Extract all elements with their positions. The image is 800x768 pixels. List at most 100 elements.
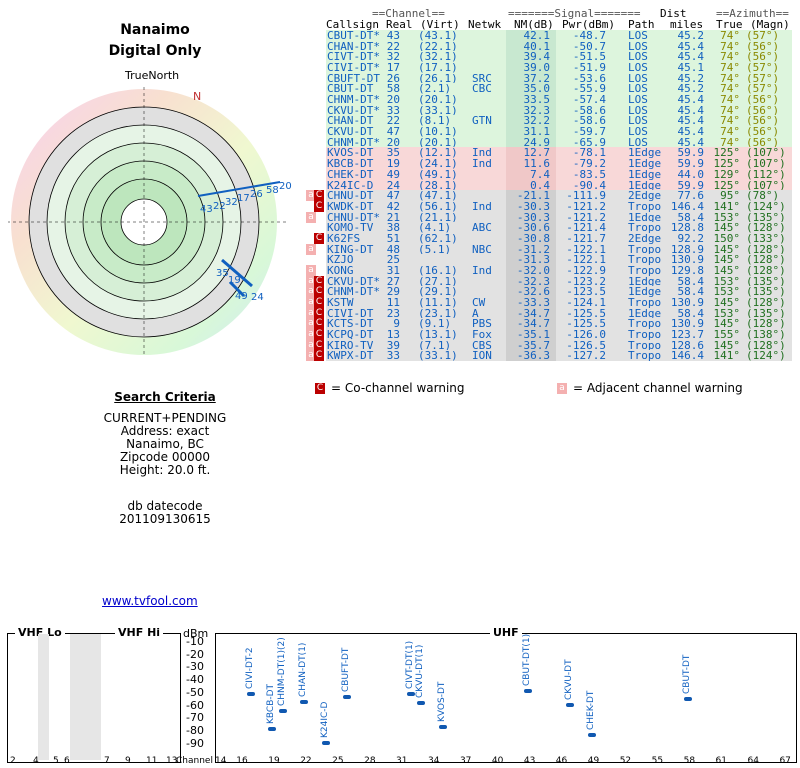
uhf-channel-tick: 64	[747, 756, 759, 766]
cochannel-warning-icon: C	[314, 339, 324, 351]
cochannel-legend: = Co-channel warning	[331, 381, 465, 395]
adjacent-warning-icon: a	[306, 264, 316, 276]
polar-plot: N 43 22 32 17 26 58 20 35 19 49 24	[8, 87, 292, 357]
dbm-tick: -40	[186, 673, 204, 687]
station-signal-marker[interactable]	[246, 692, 255, 697]
uhf-channel-tick: 14	[215, 756, 227, 766]
uhf-channel-tick: 55	[651, 756, 664, 766]
bearing-label: 24	[251, 292, 264, 303]
adjacent-legend: = Adjacent channel warning	[573, 381, 743, 395]
vhf-channel-tick: 5	[53, 756, 59, 766]
dbm-tick: -80	[186, 723, 204, 737]
station-signal-label: CKVU-DT	[564, 658, 575, 700]
cochannel-warning-icon: C	[314, 275, 324, 287]
uhf-channel-tick: 28	[364, 756, 376, 766]
bearing-label: 17	[237, 193, 250, 204]
vhf-gap-band	[70, 634, 101, 760]
station-signal-marker[interactable]	[683, 697, 692, 702]
cochannel-warning-icon: C	[314, 350, 324, 362]
cochannel-legend-box: C	[315, 383, 325, 394]
uhf-title: UHF	[490, 626, 522, 639]
virt-cell: (33.1)	[418, 349, 458, 363]
cochannel-warning-icon: C	[314, 232, 324, 244]
station-signal-label: CHAN-DT(1)	[298, 642, 309, 697]
dbm-tick: -30	[186, 660, 204, 674]
station-signal-marker[interactable]	[417, 701, 426, 706]
network-cell: ION	[472, 349, 492, 363]
station-signal-label: CHEK-DT	[585, 690, 596, 730]
uhf-channel-tick: 61	[715, 756, 727, 766]
uhf-channel-tick: 49	[587, 756, 600, 766]
criteria-height: Height: 20.0 ft.	[119, 463, 211, 477]
uhf-channel-tick: 19	[268, 756, 280, 766]
datecode-value: 201109130615	[119, 512, 211, 526]
uhf-channel-tick: 46	[555, 756, 568, 766]
vhf-channel-tick: 6	[64, 756, 70, 766]
uhf-channel-tick: 58	[683, 756, 696, 766]
vhf-hi-title: VHF Hi	[115, 626, 164, 639]
uhf-channel-tick: 25	[332, 756, 344, 766]
uhf-channel-tick: 52	[619, 756, 632, 766]
nm-cell: -36.3	[516, 349, 550, 363]
vhf-channel-tick: 9	[125, 756, 131, 766]
bearing-label: 43	[200, 204, 213, 215]
mode-title: Digital Only	[108, 43, 202, 59]
vhf-channel-tick: 7	[104, 756, 110, 766]
vhf-channel-tick: 11	[146, 756, 158, 766]
station-signal-label: KBCB-DT	[266, 683, 277, 724]
bearing-label: 22	[213, 201, 226, 212]
cochannel-warning-icon: C	[314, 318, 324, 330]
station-signal-marker[interactable]	[438, 725, 447, 730]
station-signal-marker[interactable]	[321, 740, 330, 745]
north-marker: N	[193, 90, 201, 103]
station-signal-marker[interactable]	[523, 688, 532, 693]
power-cell: -127.2	[566, 349, 606, 363]
cochannel-warning-icon: C	[314, 286, 324, 298]
uhf-channel-tick: 43	[523, 756, 536, 766]
station-signal-label: CIVI-DT-2	[244, 647, 255, 690]
dbm-tick: -70	[186, 711, 204, 725]
station-signal-marker[interactable]	[278, 708, 287, 713]
vhf-channel-tick: 4	[33, 756, 39, 766]
station-signal-label: CBUT-DT(1)	[521, 633, 532, 686]
adjacent-legend-box: a	[557, 383, 567, 394]
dbm-tick: -20	[186, 647, 204, 661]
channel-axis-label: Channel	[176, 756, 213, 766]
station-signal-marker[interactable]	[300, 699, 309, 704]
uhf-channel-tick: 31	[396, 756, 408, 766]
dbm-tick: -10	[186, 635, 204, 648]
tvfool-link[interactable]: www.tvfool.com	[102, 594, 198, 608]
station-signal-marker[interactable]	[566, 702, 575, 707]
uhf-channel-tick: 37	[459, 756, 472, 766]
adjacent-warning-icon: a	[306, 243, 316, 255]
station-signal-marker[interactable]	[587, 732, 596, 737]
vhf-gap-band	[38, 634, 49, 760]
vhf-channel-tick: 2	[10, 756, 16, 766]
station-signal-label: K24IC-D	[319, 701, 330, 738]
adjacent-warning-icon: a	[306, 211, 316, 223]
station-signal-marker[interactable]	[406, 692, 415, 697]
bearing-label: 35	[216, 268, 229, 279]
station-signal-label: CBUT-DT	[681, 655, 692, 695]
bearing-label: 32	[225, 197, 238, 208]
uhf-channel-tick: 40	[491, 756, 504, 766]
station-signal-marker[interactable]	[342, 694, 351, 699]
uhf-channel-tick: 22	[300, 756, 312, 766]
bearing-label: 19	[228, 275, 241, 286]
cochannel-warning-icon: C	[314, 307, 324, 319]
bearing-label: 49	[235, 291, 248, 302]
station-signal-label: CIVT-DT(1)	[404, 641, 415, 690]
station-signal-label: CKVU-DT(1)	[415, 644, 426, 699]
uhf-channel-tick: 16	[236, 756, 248, 766]
bearing-label: 26	[250, 189, 263, 200]
dbm-tick: -90	[186, 736, 204, 750]
magnetic-azimuth-cell: (124°)	[746, 349, 786, 363]
dbm-tick: -60	[186, 698, 204, 712]
station-signal-label: CBUFT-DT	[340, 647, 351, 692]
bearing-label: 58	[266, 185, 279, 196]
bearing-label: 20	[279, 181, 292, 192]
station-signal-marker[interactable]	[268, 726, 277, 731]
cochannel-warning-icon: C	[314, 190, 324, 202]
uhf-channel-tick: 34	[428, 756, 440, 766]
cochannel-warning-icon: C	[314, 200, 324, 212]
